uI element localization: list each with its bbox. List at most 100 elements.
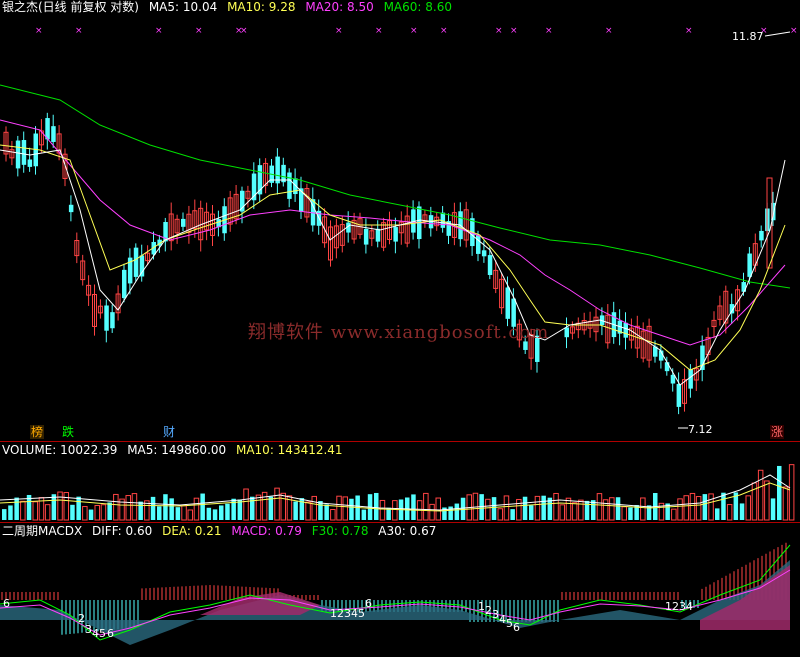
volume-bar <box>268 496 274 520</box>
high-price-label: 11.87 <box>732 30 764 43</box>
marker-die[interactable]: 跌 <box>61 425 75 439</box>
candle-body <box>21 140 27 165</box>
macd-digit-label: 2 <box>672 600 679 613</box>
top-marker: × <box>35 26 43 36</box>
volume-bar <box>609 497 615 521</box>
volume-bar <box>219 505 224 520</box>
volume-bar <box>522 496 528 520</box>
top-marker: × <box>440 26 448 36</box>
candle-body <box>676 384 682 407</box>
candle-body <box>393 227 398 242</box>
volume-bar <box>628 507 633 520</box>
volume-bar <box>150 496 156 520</box>
volume-bar <box>559 504 565 521</box>
volume-ma5: MA5: 149860.00 <box>127 443 227 457</box>
candle-body <box>51 126 56 142</box>
top-marker: × <box>510 26 518 36</box>
volume-bar <box>726 504 733 521</box>
candle-body <box>133 247 139 277</box>
volume-bar <box>330 509 336 521</box>
volume-bar <box>596 493 603 521</box>
volume-bar <box>621 506 627 521</box>
candle-body <box>375 228 381 242</box>
candle-body <box>27 159 33 167</box>
top-marker: × <box>75 26 83 36</box>
candle-body <box>623 322 628 338</box>
volume-bar <box>565 497 572 521</box>
volume-bar <box>503 495 510 521</box>
candle-body <box>664 362 670 372</box>
ma60-line <box>0 84 791 289</box>
macd-diff: DIFF: 0.60 <box>92 524 153 538</box>
volume-bar <box>379 499 386 521</box>
panel-divider-macd <box>0 522 800 523</box>
candle-body <box>505 287 510 319</box>
volume-bar <box>529 505 534 520</box>
volume-bar <box>708 493 714 521</box>
candle-body <box>476 235 481 254</box>
volume-bar <box>169 498 174 520</box>
macd-digit-label: 5 <box>506 617 513 630</box>
top-marker: × <box>790 26 798 36</box>
volume-bar <box>677 498 683 521</box>
volume-bar <box>293 501 298 520</box>
candle-body <box>45 118 50 140</box>
volume-bar <box>44 504 51 521</box>
volume-bar <box>14 497 19 520</box>
volume-bar <box>683 495 689 521</box>
macd-digit-label: 6 <box>365 597 372 610</box>
macd-a30: A30: 0.67 <box>378 524 437 538</box>
top-marker: × <box>410 26 418 36</box>
volume-bar <box>454 503 460 520</box>
high-arrow <box>764 31 791 37</box>
volume-bar <box>107 502 112 520</box>
volume-bar <box>125 495 131 521</box>
macd-header: 二周期MACDX DIFF: 0.60 DEA: 0.21 MACD: 0.79… <box>2 524 442 538</box>
volume-bar <box>640 497 646 521</box>
panel-divider-volume <box>0 441 800 442</box>
macd-digit-label: 4 <box>499 613 506 626</box>
candle-body <box>759 230 764 241</box>
top-marker: × <box>605 26 613 36</box>
volume-bar <box>423 492 429 521</box>
volume-bar <box>671 508 677 521</box>
volume-bar <box>602 499 609 521</box>
top-marker: × <box>155 26 163 36</box>
candle-body <box>747 253 752 277</box>
volume-bar <box>76 496 81 520</box>
macd-digit-label: 5 <box>358 607 365 620</box>
ma5-line <box>0 149 786 386</box>
candle-body <box>487 255 493 275</box>
watermark: 翔博软件 www.xiangbosoft.com <box>248 322 550 343</box>
volume-bar <box>435 497 441 521</box>
volume-bar <box>51 494 57 520</box>
marker-cai[interactable]: 财 <box>162 425 176 439</box>
volume-bar <box>255 494 262 521</box>
candle-body <box>688 369 693 389</box>
candle-body <box>700 345 705 370</box>
volume-bar <box>243 488 249 521</box>
volume-bar <box>181 505 187 521</box>
volume-bar <box>280 492 286 521</box>
volume-bar <box>82 506 88 521</box>
marker-bang[interactable]: 榜 <box>30 425 45 439</box>
candle-body <box>564 327 569 338</box>
macd-digit-label: 2 <box>485 604 492 617</box>
volume-bar <box>534 495 541 521</box>
volume-bar <box>193 497 200 521</box>
volume-bar <box>571 502 578 521</box>
volume-bar <box>324 504 329 520</box>
volume-bar <box>206 507 212 520</box>
macd-name: 二周期MACDX <box>2 524 83 538</box>
volume-bar <box>516 498 522 521</box>
volume-bar <box>429 503 435 521</box>
volume-bar <box>113 493 119 521</box>
marker-zhang[interactable]: 涨 <box>770 425 785 439</box>
macd-digit-label: 1 <box>330 607 337 620</box>
top-marker: × <box>240 26 248 36</box>
macd-digit-label: 4 <box>92 627 99 640</box>
macd-digit-label: 3 <box>344 607 351 620</box>
volume-bar <box>138 501 143 520</box>
macd-digit-label: 1 <box>665 600 672 613</box>
volume-bar <box>88 509 94 520</box>
